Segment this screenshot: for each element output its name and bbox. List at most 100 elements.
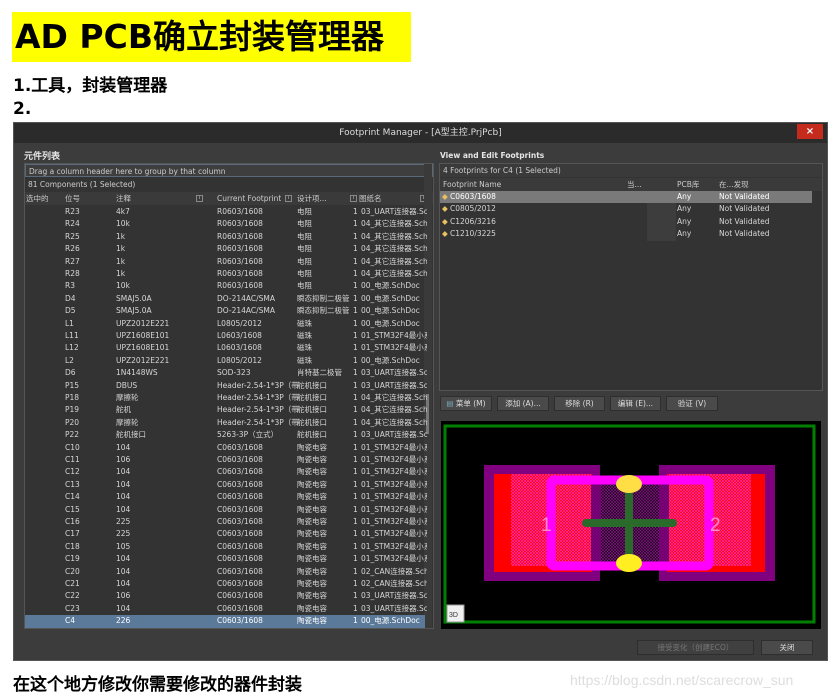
- column-header[interactable]: Footprint Name: [443, 178, 501, 191]
- table-row[interactable]: C10 104 C0603/1608 陶瓷电容 1 01_STM32F4最小系: [25, 442, 427, 454]
- cell: C4: [65, 616, 76, 626]
- column-header[interactable]: 注释: [116, 192, 131, 205]
- column-header[interactable]: PCB库: [677, 178, 699, 191]
- table-row[interactable]: R26 1k R0603/1608 电阻 1 04_其它连接器.Sch: [25, 243, 427, 255]
- table-row[interactable]: P15 DBUS Header-2.54-1*3P（带 舵机接口 1 03_UART连接器…: [25, 380, 427, 392]
- table-row[interactable]: C19 104 C0603/1608 陶瓷电容 1 01_STM32F4最小系: [25, 553, 427, 565]
- table-row[interactable]: C11 106 C0603/1608 陶瓷电容 1 01_STM32F4最小系: [25, 454, 427, 466]
- cell: 1: [353, 219, 358, 229]
- column-header[interactable]: 设计项...: [297, 192, 327, 205]
- cell: SMAJ5.0A: [116, 293, 152, 303]
- table-row[interactable]: R24 10k R0603/1608 电阻 1 04_其它连接器.Sch: [25, 218, 427, 230]
- table-row[interactable]: L11 UPZ1608E101 L0603/1608 磁珠 1 01_STM32F4最小系: [25, 330, 427, 342]
- footprint-row[interactable]: ◆ C1206/3216 Any Not Validated: [440, 216, 812, 228]
- column-header[interactable]: 图纸名: [359, 192, 382, 205]
- table-row[interactable]: C12 104 C0603/1608 陶瓷电容 1 01_STM32F4最小系: [25, 466, 427, 478]
- page-title: AD PCB确立封装管理器: [12, 12, 411, 62]
- footprint-row[interactable]: ◆ C1210/3225 Any Not Validated: [440, 228, 812, 240]
- cell: 陶瓷电容: [297, 566, 327, 576]
- cell: P19: [65, 405, 80, 415]
- validate-button[interactable]: 验证 (V): [666, 396, 718, 411]
- table-row[interactable]: C21 104 C0603/1608 陶瓷电容 1 02_CAN连接器.Sch: [25, 578, 427, 590]
- menu-button[interactable]: ▤ 菜单 (M): [440, 396, 492, 411]
- cell: 02_CAN连接器.Sch: [361, 579, 427, 588]
- cell: 04_其它连接器.Sch: [361, 219, 427, 229]
- cell: Any: [677, 216, 692, 226]
- cell: R0603/1608: [217, 281, 263, 291]
- filter-icon[interactable]: T: [350, 195, 357, 202]
- footprint-row[interactable]: ◆ C0805/2012 Any Not Validated: [440, 203, 812, 215]
- cell: UPZ2012E221: [116, 318, 170, 328]
- cell: UPZ1608E101: [116, 331, 170, 340]
- accept-changes-button[interactable]: 接受变化（创建ECO）: [637, 640, 754, 655]
- table-row[interactable]: P22 舵机接口 5263-3P（立式） 舵机接口 1 03_UART连接器.Sch: [25, 429, 427, 441]
- cell: 01_STM32F4最小系: [361, 541, 427, 551]
- pad-1-label: 1: [541, 515, 552, 536]
- table-row[interactable]: C13 104 C0603/1608 陶瓷电容 1 01_STM32F4最小系: [25, 479, 427, 491]
- cell: 04_其它连接器.Sch: [361, 393, 427, 402]
- cell: UPZ1608E101: [116, 343, 170, 353]
- cell: 瞬态抑制二极管: [297, 293, 350, 303]
- column-header[interactable]: 当...: [627, 178, 642, 191]
- cell: 1k: [116, 269, 126, 278]
- cell: 00_电源.SchDoc: [361, 281, 420, 291]
- add-button[interactable]: 添加 (A)...: [497, 396, 549, 411]
- table-row[interactable]: P20 摩擦轮 Header-2.54-1*3P（带 舵机接口 1 04_其它连接器.Sc…: [25, 417, 427, 429]
- cell: 1: [353, 479, 358, 489]
- table-row[interactable]: R3 10k R0603/1608 电阻 1 00_电源.SchDoc: [25, 280, 425, 292]
- column-header[interactable]: 在...发现: [719, 178, 749, 191]
- table-row[interactable]: R23 4k7 R0603/1608 电阻 1 03_UART连接器.Sch: [25, 206, 427, 218]
- cell: C11: [65, 455, 80, 464]
- table-row[interactable]: R27 1k R0603/1608 电阻 1 04_其它连接器.Sch: [25, 256, 427, 268]
- cell: 104: [116, 442, 131, 452]
- table-row[interactable]: D6 1N4148WS SOD-323 肖特基二极管 1 03_UART连接器.Sch: [25, 367, 427, 379]
- cell: C0805/2012: [450, 204, 496, 214]
- table-row[interactable]: L1 UPZ2012E221 L0805/2012 磁珠 1 00_电源.SchDoc: [25, 318, 425, 330]
- column-header[interactable]: 位号: [65, 192, 80, 205]
- cell: 225: [116, 517, 131, 526]
- table-row[interactable]: C17 225 C0603/1608 陶瓷电容 1 01_STM32F4最小系: [25, 528, 427, 540]
- table-row[interactable]: C15 104 C0603/1608 陶瓷电容 1 01_STM32F4最小系: [25, 504, 427, 516]
- cell: 04_其它连接器.Sch: [361, 269, 427, 278]
- table-row[interactable]: L12 UPZ1608E101 L0603/1608 磁珠 1 01_STM32F4最小系: [25, 342, 427, 354]
- column-header[interactable]: Current Footprint: [217, 192, 281, 205]
- cell: 1: [353, 591, 358, 601]
- cell: 01_STM32F4最小系: [361, 479, 427, 489]
- table-row[interactable]: C20 104 C0603/1608 陶瓷电容 1 02_CAN连接器.Sch: [25, 566, 427, 578]
- table-row[interactable]: R28 1k R0603/1608 电阻 1 04_其它连接器.Sch: [25, 268, 427, 280]
- cell: 电阻: [297, 207, 312, 216]
- cell: R27: [65, 256, 80, 266]
- table-row[interactable]: C23 104 C0603/1608 陶瓷电容 1 03_UART连接器.Sch: [25, 603, 427, 615]
- group-by-area[interactable]: Drag a column header here to group by th…: [25, 164, 433, 177]
- cell: 104: [116, 467, 131, 477]
- cell: 1: [353, 343, 358, 353]
- table-row[interactable]: L2 UPZ2012E221 L0805/2012 磁珠 1 00_电源.SchDoc: [25, 355, 425, 367]
- cell: R0603/1608: [217, 269, 263, 278]
- table-row[interactable]: C22 106 C0603/1608 陶瓷电容 1 03_UART连接器.Sch: [25, 590, 427, 602]
- cell: 磁珠: [297, 331, 312, 340]
- cell: 01_STM32F4最小系: [361, 517, 427, 526]
- table-row[interactable]: P18 摩擦轮 Header-2.54-1*3P（带 舵机接口 1 04_其它连接器.Sc…: [25, 392, 427, 404]
- filter-icon[interactable]: T: [285, 195, 292, 202]
- cell: 01_STM32F4最小系: [361, 554, 427, 564]
- table-row[interactable]: C18 105 C0603/1608 陶瓷电容 1 01_STM32F4最小系: [25, 541, 427, 553]
- close-icon[interactable]: ×: [797, 124, 823, 139]
- footprint-preview[interactable]: 1 2 3D: [441, 421, 821, 629]
- cell: C18: [65, 541, 80, 551]
- table-row[interactable]: C16 225 C0603/1608 陶瓷电容 1 01_STM32F4最小系: [25, 516, 427, 528]
- cell: 1: [353, 306, 358, 316]
- table-row[interactable]: R25 1k R0603/1608 电阻 1 04_其它连接器.Sch: [25, 231, 427, 243]
- table-row[interactable]: C4 226 C0603/1608 陶瓷电容 1 00_电源.SchDoc: [25, 615, 425, 628]
- column-header[interactable]: 选中的: [26, 192, 49, 205]
- table-row[interactable]: P19 舵机 Header-2.54-1*3P（带 舵机接口 1 04_其它连接器.Sch: [25, 404, 427, 416]
- table-header: 选中的位号注释Current Footprint设计项...图纸名TTTT: [25, 192, 433, 205]
- table-row[interactable]: C14 104 C0603/1608 陶瓷电容 1 01_STM32F4最小系: [25, 491, 427, 503]
- table-row[interactable]: D4 SMAJ5.0A DO-214AC/SMA 瞬态抑制二极管 1 00_电源.SchD…: [25, 293, 425, 305]
- close-button[interactable]: 关闭: [761, 640, 813, 655]
- edit-button[interactable]: 编辑 (E)...: [610, 396, 661, 411]
- table-row[interactable]: D5 SMAJ5.0A DO-214AC/SMA 瞬态抑制二极管 1 00_电源.SchD…: [25, 305, 425, 317]
- filter-icon[interactable]: T: [196, 195, 203, 202]
- footprints-section-title: View and Edit Footprints: [440, 151, 545, 160]
- remove-button[interactable]: 移除 (R): [554, 396, 605, 411]
- footprint-row[interactable]: ◆ C0603/1608 Any Not Validated: [440, 191, 812, 204]
